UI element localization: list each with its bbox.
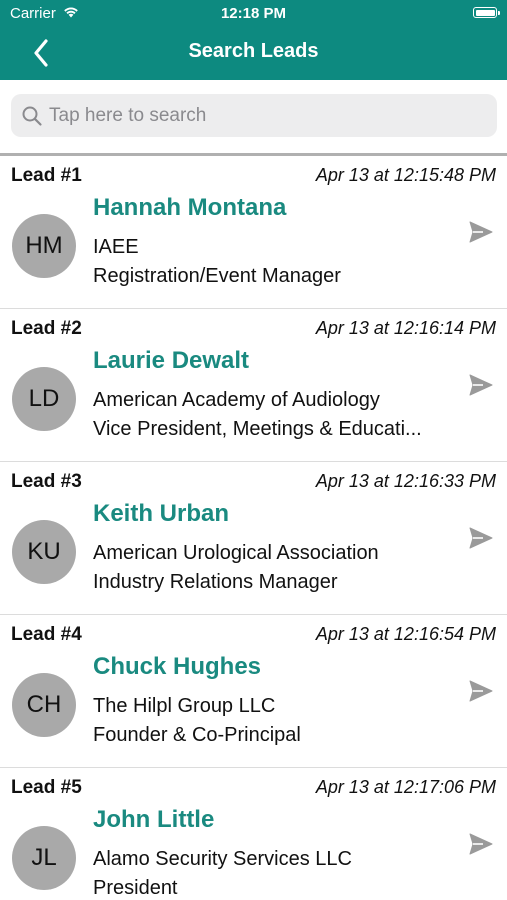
lead-timestamp: Apr 13 at 12:17:06 PM xyxy=(315,777,496,797)
page-title: Search Leads xyxy=(188,40,319,62)
avatar: KU xyxy=(12,520,76,584)
lead-company: American Urological Association xyxy=(93,542,379,564)
send-icon xyxy=(469,221,493,243)
status-bar: Carrier 12:18 PM xyxy=(0,0,507,28)
search-bar xyxy=(0,80,507,153)
lead-job-title: President xyxy=(93,877,178,899)
lead-name: John Little xyxy=(93,806,215,833)
lead-company: American Academy of Audiology xyxy=(93,389,380,411)
lead-timestamp: Apr 13 at 12:16:14 PM xyxy=(315,318,496,338)
send-button[interactable] xyxy=(467,371,495,399)
lead-name: Laurie Dewalt xyxy=(93,347,250,374)
lead-job-title: Founder & Co-Principal xyxy=(93,724,301,746)
lead-number: Lead #4 xyxy=(11,624,82,645)
lead-row[interactable]: Lead #2 Apr 13 at 12:16:14 PM LD Laurie … xyxy=(0,309,507,462)
lead-row[interactable]: Lead #4 Apr 13 at 12:16:54 PM CH Chuck H… xyxy=(0,615,507,768)
lead-timestamp: Apr 13 at 12:16:33 PM xyxy=(315,471,496,491)
avatar: JL xyxy=(12,826,76,890)
navigation-bar: Search Leads xyxy=(0,28,507,80)
lead-number: Lead #1 xyxy=(11,165,82,186)
lead-job-title: Industry Relations Manager xyxy=(93,571,338,593)
lead-company: Alamo Security Services LLC xyxy=(93,848,352,870)
lead-company: The Hilpl Group LLC xyxy=(93,695,276,717)
lead-row[interactable]: Lead #1 Apr 13 at 12:15:48 PM HM Hannah … xyxy=(0,156,507,309)
lead-timestamp: Apr 13 at 12:16:54 PM xyxy=(315,624,496,644)
send-button[interactable] xyxy=(467,677,495,705)
lead-company: IAEE xyxy=(93,236,139,258)
lead-name: Hannah Montana xyxy=(93,194,287,221)
lead-job-title: Vice President, Meetings & Educati... xyxy=(93,418,422,440)
lead-job-title: Registration/Event Manager xyxy=(93,265,341,287)
lead-number: Lead #5 xyxy=(11,777,82,798)
send-icon xyxy=(469,833,493,855)
search-leads-screen: Carrier 12:18 PM Search Leads Tap here t… xyxy=(0,0,507,900)
app-header: Carrier 12:18 PM Search Leads xyxy=(0,0,507,80)
search-icon xyxy=(22,106,42,126)
lead-timestamp: Apr 13 at 12:15:48 PM xyxy=(315,165,496,185)
send-button[interactable] xyxy=(467,830,495,858)
lead-row[interactable]: Lead #3 Apr 13 at 12:16:33 PM KU Keith U… xyxy=(0,462,507,615)
status-time: 12:18 PM xyxy=(220,5,287,22)
lead-row[interactable]: Lead #5 Apr 13 at 12:17:06 PM JL John Li… xyxy=(0,768,507,900)
search-field-container[interactable] xyxy=(11,94,497,137)
send-icon xyxy=(469,527,493,549)
send-button[interactable] xyxy=(467,218,495,246)
avatar: HM xyxy=(12,214,76,278)
send-icon xyxy=(469,680,493,702)
send-icon xyxy=(469,374,493,396)
send-button[interactable] xyxy=(467,524,495,552)
lead-name: Keith Urban xyxy=(93,500,230,527)
battery-icon xyxy=(473,7,500,18)
lead-number: Lead #2 xyxy=(11,318,82,339)
avatar: LD xyxy=(12,367,76,431)
lead-name: Chuck Hughes xyxy=(93,653,262,680)
avatar: CH xyxy=(12,673,76,737)
lead-number: Lead #3 xyxy=(11,471,82,492)
search-input[interactable] xyxy=(49,104,497,127)
lead-list: Lead #1 Apr 13 at 12:15:48 PM HM Hannah … xyxy=(0,156,507,900)
